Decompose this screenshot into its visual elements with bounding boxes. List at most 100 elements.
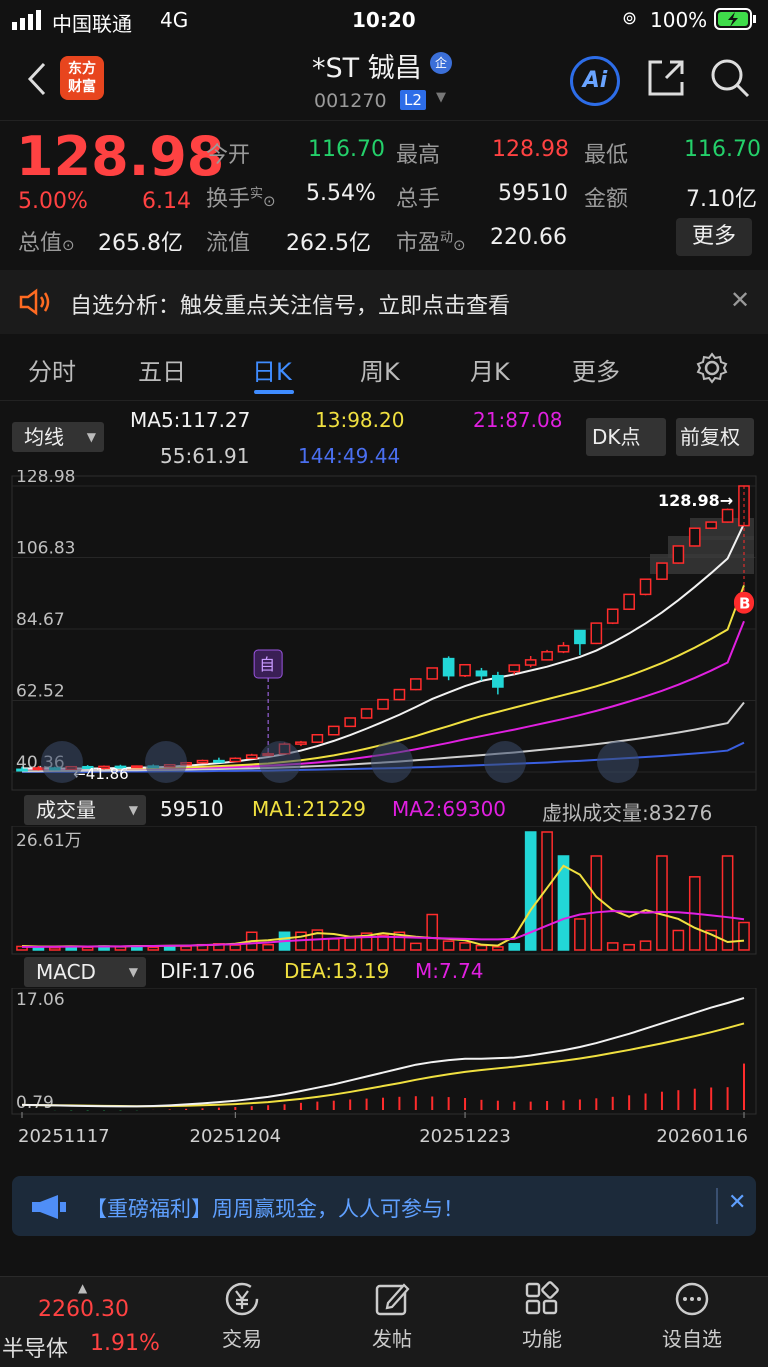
virtual-volume: 虚拟成交量:83276: [542, 801, 713, 825]
watch-signal-label: 自: [259, 655, 275, 674]
candle: [574, 629, 586, 645]
volume-bar: [590, 855, 603, 951]
search-icon[interactable]: [708, 56, 752, 100]
volume-indicator-select[interactable]: 成交量 ▼: [24, 795, 146, 825]
app-logo[interactable]: 东方 财富: [60, 56, 104, 100]
functions-button[interactable]: 功能: [492, 1281, 592, 1352]
macd-indicator-select[interactable]: MACD ▼: [24, 957, 146, 987]
candle: [213, 759, 225, 763]
dk-point-button[interactable]: DK点: [586, 418, 666, 456]
ma21-value: 21:87.08: [473, 408, 563, 432]
volume-ma1: MA1:21229: [252, 797, 367, 821]
add-watchlist-button[interactable]: 设自选: [642, 1281, 742, 1352]
ma-line-ma5: [22, 523, 745, 770]
candle: [492, 674, 504, 688]
lock-rotation-icon: ⊚: [622, 8, 638, 29]
chart-nav-button: [597, 741, 639, 783]
level-badge[interactable]: L2: [400, 90, 426, 110]
quote-panel: 128.98 5.00% 6.14 今开 116.70 最高 128.98 最低…: [0, 120, 768, 271]
share-icon[interactable]: [646, 58, 686, 98]
candle: [656, 562, 668, 580]
edit-icon: [375, 1283, 410, 1316]
trade-label: 交易: [222, 1327, 262, 1351]
tab-monthly-k[interactable]: 月K: [470, 352, 510, 387]
functions-label: 功能: [522, 1327, 562, 1351]
mktcap-label: 总值⊙: [18, 231, 75, 256]
buy-signal-label: B: [739, 595, 750, 613]
volume-bar: [738, 921, 750, 951]
company-badge-icon: 企: [430, 52, 452, 74]
candle: [131, 765, 143, 769]
volume-ma2-line: [22, 909, 745, 948]
ai-button[interactable]: Ai: [570, 56, 620, 106]
macd-m: M:7.74: [415, 959, 484, 983]
tab-intraday[interactable]: 分时: [28, 352, 76, 387]
ma13-value: 13:98.20: [315, 408, 405, 432]
macd-y-tick-top: 17.06: [16, 990, 65, 1010]
volume-chart[interactable]: 26.61万: [0, 826, 768, 956]
index-name[interactable]: 半导体: [2, 1331, 68, 1363]
grid-icon: [525, 1281, 559, 1315]
promo-banner[interactable]: 【重磅福利】周周赢现金，人人可参与！ ✕: [12, 1176, 756, 1236]
header: 东方 财富 *ST 铖昌 企 001270 L2 ▼ Ai: [0, 40, 768, 120]
notice-text: 自选分析：触发重点关注信号，立即点击查看: [70, 294, 511, 319]
candle: [623, 593, 635, 610]
macd-chart[interactable]: 17.06 0.79 20251117 20251204 20251223 2026011…: [0, 988, 768, 1164]
pe-label: 市盈动⊙: [396, 230, 466, 256]
candle: [16, 768, 28, 772]
megaphone-icon: [32, 1195, 66, 1219]
tab-five-day[interactable]: 五日: [138, 352, 186, 387]
volume-value: 59510: [160, 797, 224, 821]
trade-button[interactable]: 交易: [192, 1281, 292, 1352]
latest-price-tag: 128.98→: [658, 491, 733, 510]
candle: [475, 670, 488, 677]
low-label: 最低: [584, 143, 629, 168]
candle: [524, 659, 537, 666]
chart-nav-button: [145, 741, 187, 783]
chart-nav-button: [371, 741, 413, 783]
candle: [557, 644, 570, 653]
kline-y-tick: 84.67: [16, 610, 65, 630]
adjust-button[interactable]: 前复权: [676, 418, 754, 456]
turnover-label: 换手实⊙: [206, 186, 276, 212]
settings-gear-icon[interactable]: [696, 352, 728, 384]
indicator-select[interactable]: 均线 ▼: [12, 422, 104, 452]
notice-bar[interactable]: 自选分析：触发重点关注信号，立即点击查看 ✕: [0, 270, 768, 334]
volume-bar: [229, 944, 242, 951]
expand-up-icon[interactable]: ▲: [78, 1281, 87, 1295]
period-tabs: 分时 五日 日K 周K 月K 更多: [0, 334, 768, 401]
level-dropdown-icon[interactable]: ▼: [436, 90, 446, 105]
more-dots-icon: [675, 1282, 709, 1316]
mktcap-value: 265.8亿: [98, 231, 183, 256]
notice-close-icon[interactable]: ✕: [730, 286, 750, 314]
tab-more[interactable]: 更多: [572, 352, 620, 387]
post-button[interactable]: 发帖: [342, 1281, 442, 1352]
change-percent: 5.00%: [18, 189, 88, 214]
kline-chart[interactable]: 128.98106.8384.6762.5240.36128.98→B自←41.…: [0, 470, 768, 795]
candle: [229, 757, 242, 763]
candle: [459, 663, 471, 677]
index-value[interactable]: 2260.30: [38, 1297, 129, 1322]
more-button[interactable]: 更多: [676, 218, 752, 256]
volume-ma2: MA2:69300: [392, 797, 507, 821]
banner-close-icon[interactable]: ✕: [728, 1190, 746, 1215]
candle: [311, 734, 324, 743]
macd-frame: [11, 988, 757, 1115]
add-watchlist-label: 设自选: [662, 1327, 722, 1351]
candle: [508, 664, 521, 673]
tab-daily-k[interactable]: 日K: [252, 352, 292, 387]
chart-nav-button: [259, 741, 301, 783]
candle: [688, 527, 701, 547]
macd-dif-line: [21, 997, 745, 1108]
ma5-value: MA5:117.27: [130, 408, 251, 432]
low-value: 116.70: [684, 137, 761, 162]
ma-line-ma13: [22, 584, 745, 770]
chart-nav-button: [484, 741, 526, 783]
volume-bar: [48, 947, 61, 951]
volume-bar: [409, 942, 422, 951]
yen-coin-icon: [225, 1282, 259, 1316]
back-icon[interactable]: [24, 62, 48, 96]
status-bar: 中国联通 4G 10:20 ⊚ 100%: [0, 0, 768, 40]
last-price: 128.98: [16, 125, 225, 188]
tab-weekly-k[interactable]: 周K: [360, 352, 400, 387]
